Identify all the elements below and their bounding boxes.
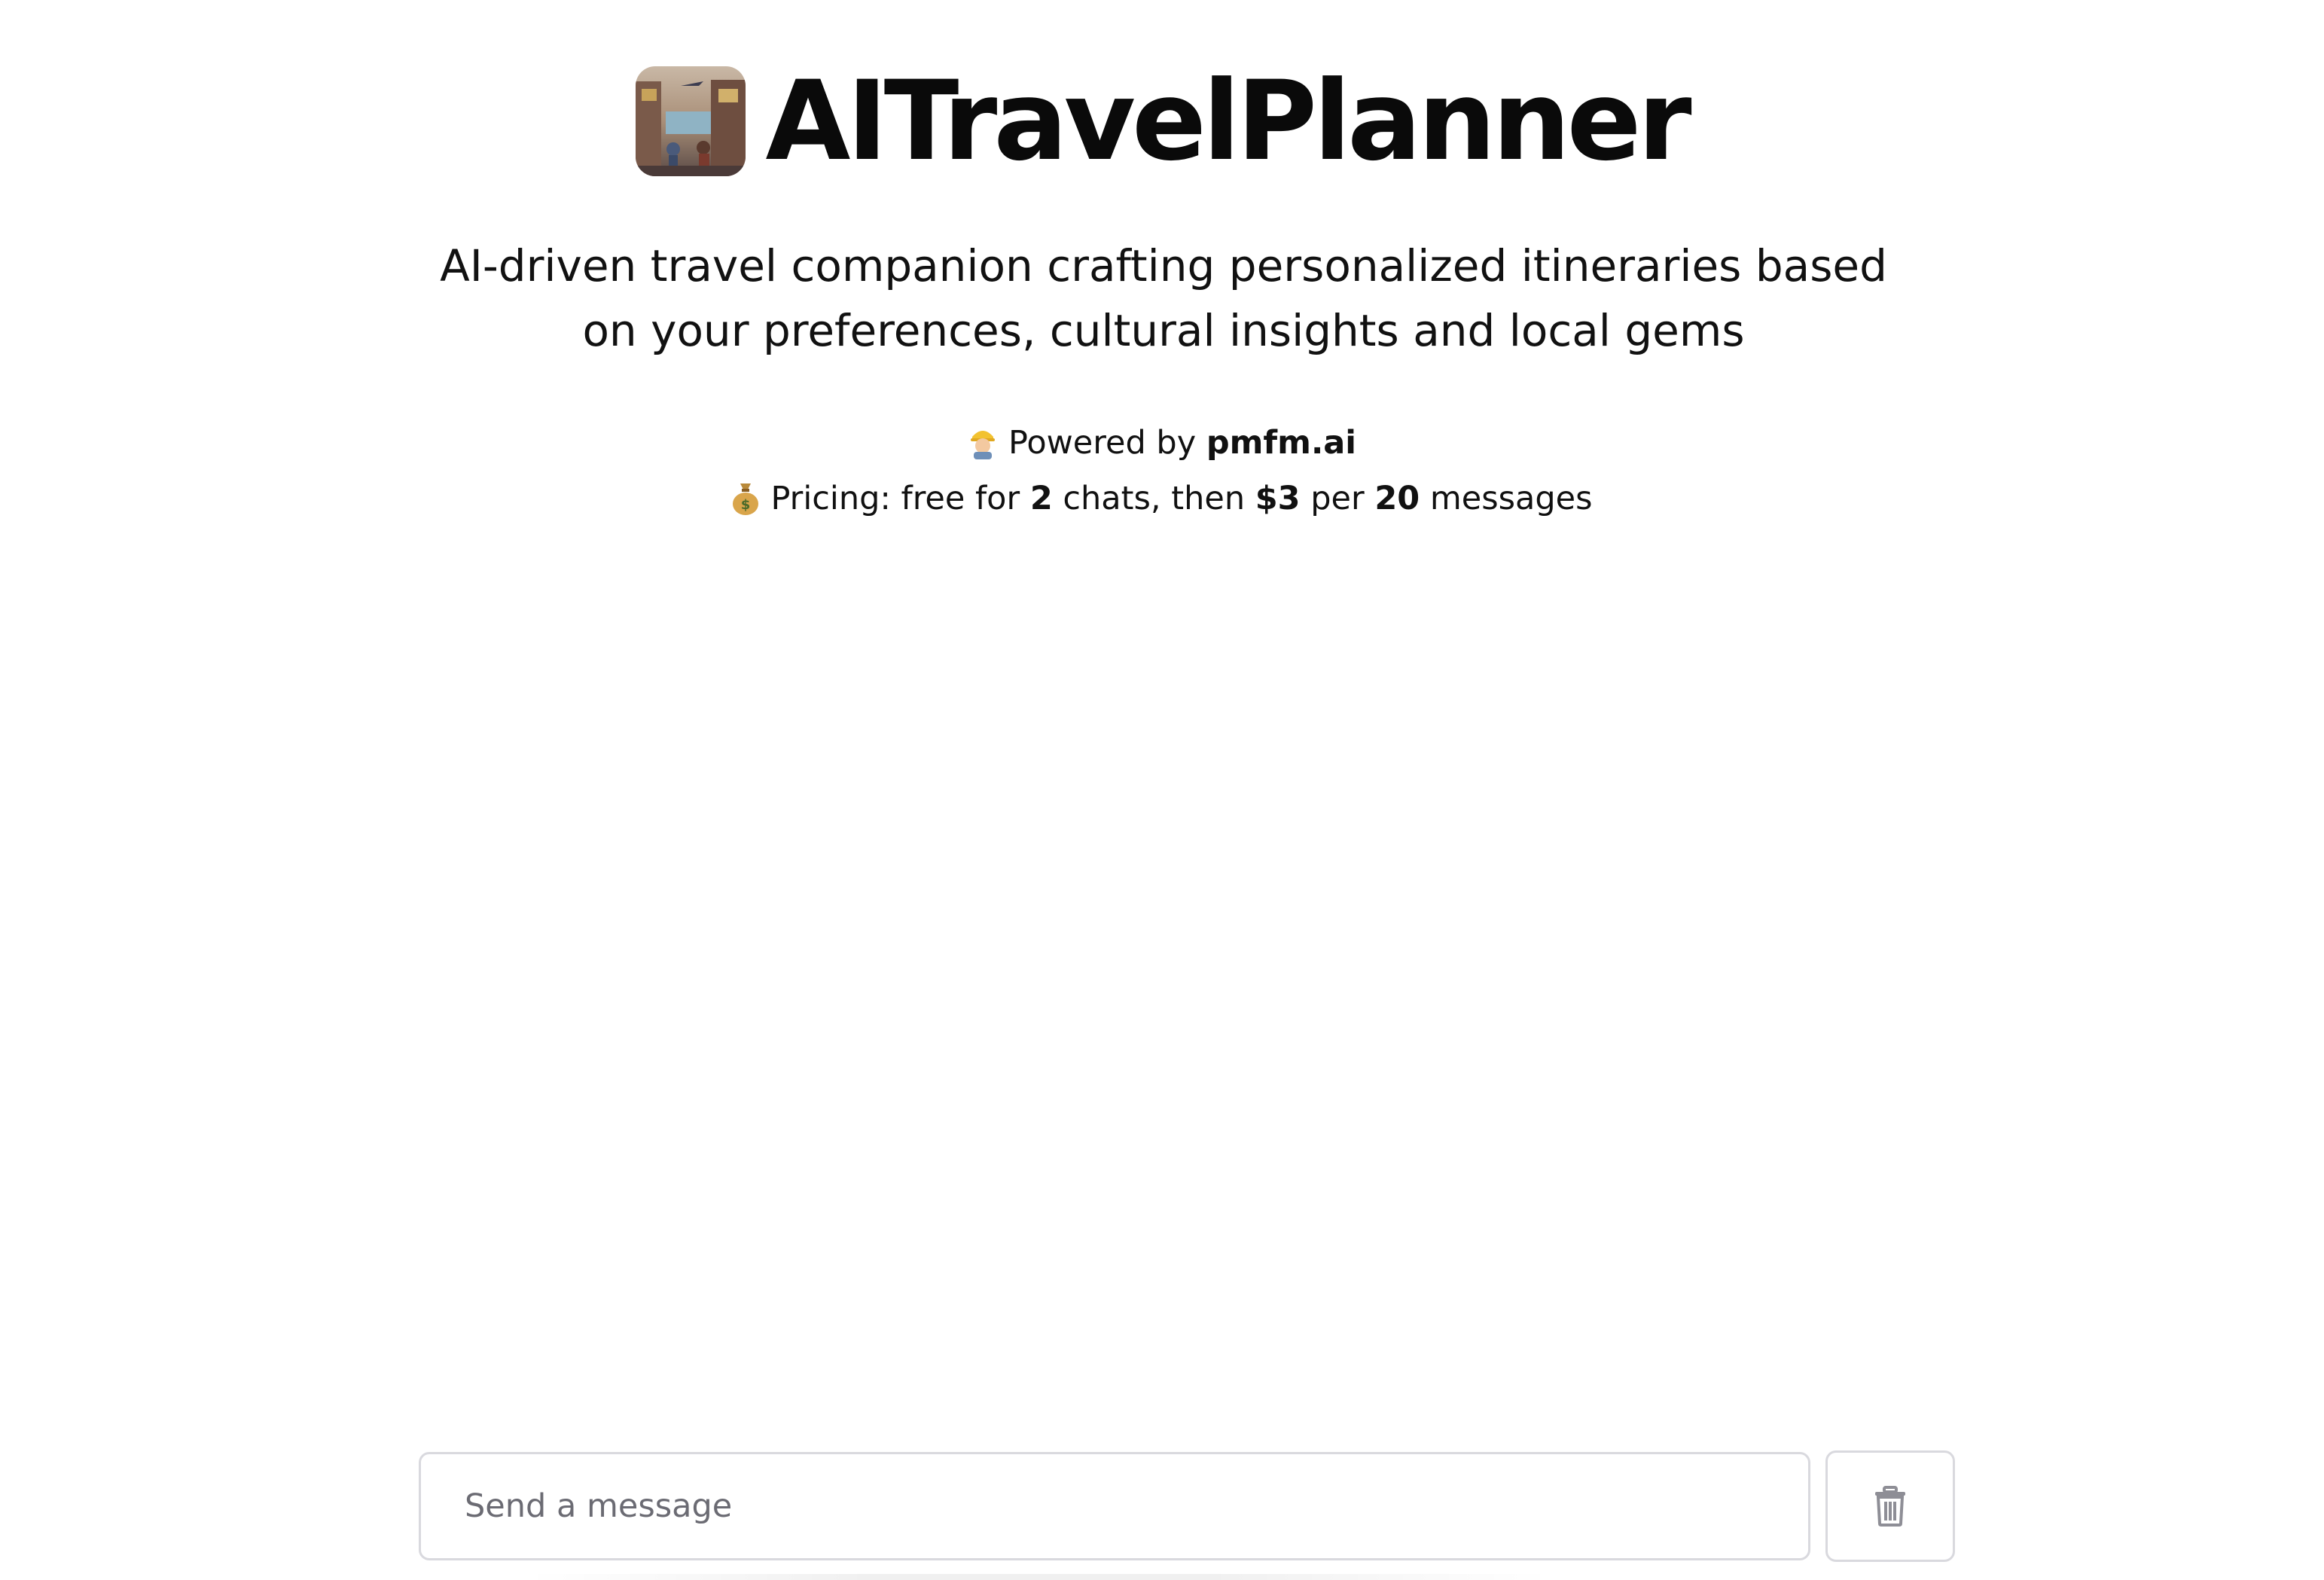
- svg-text:$: $: [741, 497, 751, 513]
- message-input[interactable]: Send a message: [419, 1452, 1810, 1560]
- pricing-per: per: [1300, 480, 1375, 517]
- pricing-prefix: Pricing: free for: [770, 480, 1030, 517]
- pricing-messages-count: 20: [1374, 480, 1420, 517]
- app-tagline: AI-driven travel companion crafting pers…: [407, 233, 1920, 363]
- money-bag-emoji-icon: $: [731, 480, 760, 527]
- app-header: AITravelPlanner: [0, 66, 2324, 176]
- pricing-free-chats: 2: [1029, 480, 1053, 517]
- message-input-placeholder: Send a message: [465, 1487, 733, 1525]
- tagline-line-1: AI-driven travel companion crafting pers…: [440, 240, 1887, 291]
- pricing-suffix: messages: [1420, 480, 1593, 517]
- app-page: AITravelPlanner AI-driven travel compani…: [0, 0, 2324, 1580]
- powered-prefix: Powered by: [1008, 424, 1206, 462]
- composer-shadow: [527, 1574, 1551, 1580]
- powered-by-row: Powered by pmfm.ai: [0, 420, 2324, 471]
- powered-brand-link[interactable]: pmfm.ai: [1206, 424, 1356, 462]
- app-logo: [636, 66, 746, 176]
- worker-emoji-icon: [968, 425, 998, 471]
- travel-scene-logo-icon: [636, 66, 746, 176]
- clear-chat-button[interactable]: [1825, 1450, 1955, 1562]
- pricing-price: $3: [1255, 480, 1301, 517]
- pricing-row: $ Pricing: free for 2 chats, then $3 per…: [0, 476, 2324, 527]
- tagline-line-2: on your preferences, cultural insights a…: [582, 305, 1745, 356]
- app-title: AITravelPlanner: [765, 57, 1691, 185]
- trash-icon: [1875, 1486, 1905, 1527]
- pricing-mid: chats, then: [1052, 480, 1255, 517]
